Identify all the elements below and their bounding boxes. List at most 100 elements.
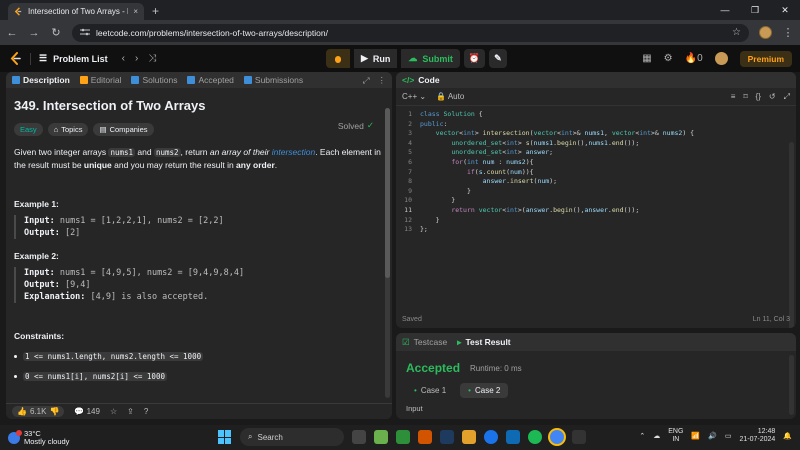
user-avatar[interactable] bbox=[714, 52, 728, 65]
reset-icon[interactable]: ↺ bbox=[769, 92, 776, 102]
bookmark-icon[interactable]: ⌑ bbox=[743, 92, 747, 102]
next-problem-icon[interactable]: › bbox=[135, 53, 138, 64]
problem-description: Given two integer arrays nums1 and nums2… bbox=[14, 146, 384, 172]
tab-label: Test Result bbox=[465, 337, 511, 347]
share-icon[interactable]: ⇪ bbox=[127, 407, 134, 416]
chevron-up-icon[interactable]: ⌃ bbox=[639, 432, 645, 440]
back-icon[interactable]: ← bbox=[6, 27, 18, 39]
notification-bell-icon[interactable]: 🔔 bbox=[783, 432, 792, 440]
app-icon[interactable] bbox=[374, 430, 388, 444]
spotify-icon[interactable] bbox=[528, 430, 542, 444]
taskbar-search[interactable]: ⌕ Search bbox=[240, 428, 344, 446]
windows-start-icon[interactable] bbox=[218, 430, 232, 444]
companies-tag[interactable]: ▤ Companies bbox=[93, 123, 154, 136]
more-options-icon[interactable]: ⋮ bbox=[378, 75, 387, 86]
reload-icon[interactable]: ↻ bbox=[50, 26, 62, 39]
tab-testcase[interactable]: ☑ Testcase bbox=[402, 337, 447, 348]
like-button[interactable]: 👍 6.1K 👎 bbox=[12, 406, 65, 417]
tab-submissions[interactable]: Submissions bbox=[243, 75, 303, 85]
layout-grid-icon[interactable]: ▦ bbox=[642, 53, 651, 64]
close-tab-icon[interactable]: × bbox=[133, 7, 138, 16]
timer-icon[interactable]: ⏰ bbox=[463, 49, 486, 68]
comments-button[interactable]: 💬 149 bbox=[74, 407, 100, 416]
topics-tag[interactable]: ⌂ Topics bbox=[47, 123, 89, 136]
maximize-button[interactable]: ❐ bbox=[740, 5, 770, 16]
leetcode-logo-icon[interactable] bbox=[8, 51, 22, 66]
check-circle-icon: ✓ bbox=[366, 120, 374, 130]
browser-menu-icon[interactable]: ⋮ bbox=[782, 26, 794, 39]
task-view-icon[interactable] bbox=[352, 430, 366, 444]
volume-icon[interactable]: 🔊 bbox=[708, 432, 717, 440]
url-field[interactable]: leetcode.com/problems/intersection-of-tw… bbox=[72, 23, 749, 42]
settings-gear-icon[interactable]: ⚙ bbox=[664, 53, 673, 64]
language-indicator[interactable]: ENG IN bbox=[668, 428, 683, 444]
star-icon[interactable]: ☆ bbox=[110, 407, 117, 416]
cloud-icon[interactable]: ☁ bbox=[653, 432, 660, 440]
tab-editorial[interactable]: Editorial bbox=[79, 75, 122, 85]
tab-test-result[interactable]: ▸ Test Result bbox=[457, 337, 510, 348]
description-tabs: Description Editorial Solutions Accepted… bbox=[6, 72, 392, 88]
intersection-link[interactable]: intersection bbox=[272, 147, 315, 157]
bookmark-star-icon[interactable]: ☆ bbox=[732, 27, 741, 38]
test-scrollbar[interactable] bbox=[789, 355, 794, 415]
code-editor[interactable]: 1 class Solution { 2 public: 3 vector<int>… bbox=[396, 106, 796, 328]
premium-button[interactable]: Premium bbox=[739, 50, 792, 67]
clock[interactable]: 12:48 21-07-2024 bbox=[739, 428, 775, 444]
minimize-button[interactable]: — bbox=[710, 5, 740, 15]
notes-icon[interactable]: ✎ bbox=[489, 49, 507, 68]
problem-list-button[interactable]: ☰ Problem List bbox=[39, 53, 108, 64]
constraint-text: 0 <= nums1[i], nums2[i] <= 1000 bbox=[23, 372, 167, 381]
browser-tab[interactable]: Intersection of Two Arrays - Lee × bbox=[8, 3, 144, 20]
fullscreen-icon[interactable]: ⤢ bbox=[784, 92, 790, 102]
profile-avatar[interactable] bbox=[759, 26, 772, 39]
format-icon[interactable]: ≡ bbox=[731, 92, 736, 102]
store-icon[interactable] bbox=[506, 430, 520, 444]
tab-label: Editorial bbox=[90, 75, 122, 85]
debug-button[interactable] bbox=[326, 49, 350, 68]
tag-icon: ⌂ bbox=[53, 125, 59, 134]
case-2-tab[interactable]: • Case 2 bbox=[460, 383, 509, 398]
description-body: 349. Intersection of Two Arrays Solved ✓… bbox=[6, 88, 392, 403]
tab-accepted[interactable]: Accepted bbox=[187, 75, 234, 85]
edge-icon[interactable] bbox=[484, 430, 498, 444]
app-icon[interactable] bbox=[418, 430, 432, 444]
editor-scrollbar[interactable] bbox=[789, 142, 794, 328]
app-icon[interactable] bbox=[572, 430, 586, 444]
case-1-tab[interactable]: • Case 1 bbox=[406, 383, 454, 398]
like-count: 6.1K bbox=[29, 407, 47, 416]
maximize-panel-icon[interactable]: ⤢ bbox=[363, 75, 370, 86]
run-button[interactable]: ▶ Run bbox=[354, 49, 398, 68]
submit-button[interactable]: ☁ Submit bbox=[401, 49, 460, 68]
new-tab-button[interactable]: + bbox=[152, 4, 159, 18]
site-info-icon[interactable] bbox=[80, 28, 90, 38]
app-icon[interactable] bbox=[440, 430, 454, 444]
close-window-button[interactable]: ✕ bbox=[770, 5, 800, 16]
braces-icon[interactable]: {} bbox=[756, 92, 761, 102]
weather-widget[interactable]: 33°C Mostly cloudy bbox=[0, 429, 150, 446]
shuffle-icon[interactable]: ⤨ bbox=[148, 53, 156, 64]
accepted-status: Accepted bbox=[406, 361, 461, 375]
streak-counter[interactable]: 🔥0 bbox=[685, 53, 703, 64]
editor-status-bar: Saved Ln 11, Col 3 bbox=[396, 310, 796, 328]
forward-icon[interactable]: → bbox=[28, 27, 40, 39]
difficulty-badge: Easy bbox=[14, 123, 43, 136]
scroll-thumb[interactable] bbox=[385, 108, 390, 278]
desc-text: Given two integer arrays bbox=[14, 147, 109, 157]
tab-solutions[interactable]: Solutions bbox=[131, 75, 177, 85]
chrome-icon[interactable] bbox=[550, 430, 564, 444]
prev-problem-icon[interactable]: ‹ bbox=[122, 53, 125, 64]
book-icon bbox=[79, 76, 88, 84]
description-scrollbar[interactable] bbox=[385, 108, 390, 398]
tab-description[interactable]: Description bbox=[12, 75, 70, 85]
help-icon[interactable]: ? bbox=[144, 407, 148, 416]
auto-mode-toggle[interactable]: 🔒 Auto bbox=[436, 92, 464, 101]
example-2-box: Input: nums1 = [4,9,5], nums2 = [9,4,9,8… bbox=[14, 267, 384, 303]
problem-title: 349. Intersection of Two Arrays bbox=[14, 98, 206, 113]
code-line: 9 } bbox=[396, 187, 796, 197]
language-select[interactable]: C++ ⌄ bbox=[402, 92, 426, 101]
battery-icon[interactable]: ▭ bbox=[725, 432, 732, 440]
input-value: nums1 = [4,9,5], nums2 = [9,4,9,8,4] bbox=[54, 268, 245, 278]
wifi-icon[interactable]: 📶 bbox=[691, 432, 700, 440]
app-icon[interactable] bbox=[396, 430, 410, 444]
file-explorer-icon[interactable] bbox=[462, 430, 476, 444]
